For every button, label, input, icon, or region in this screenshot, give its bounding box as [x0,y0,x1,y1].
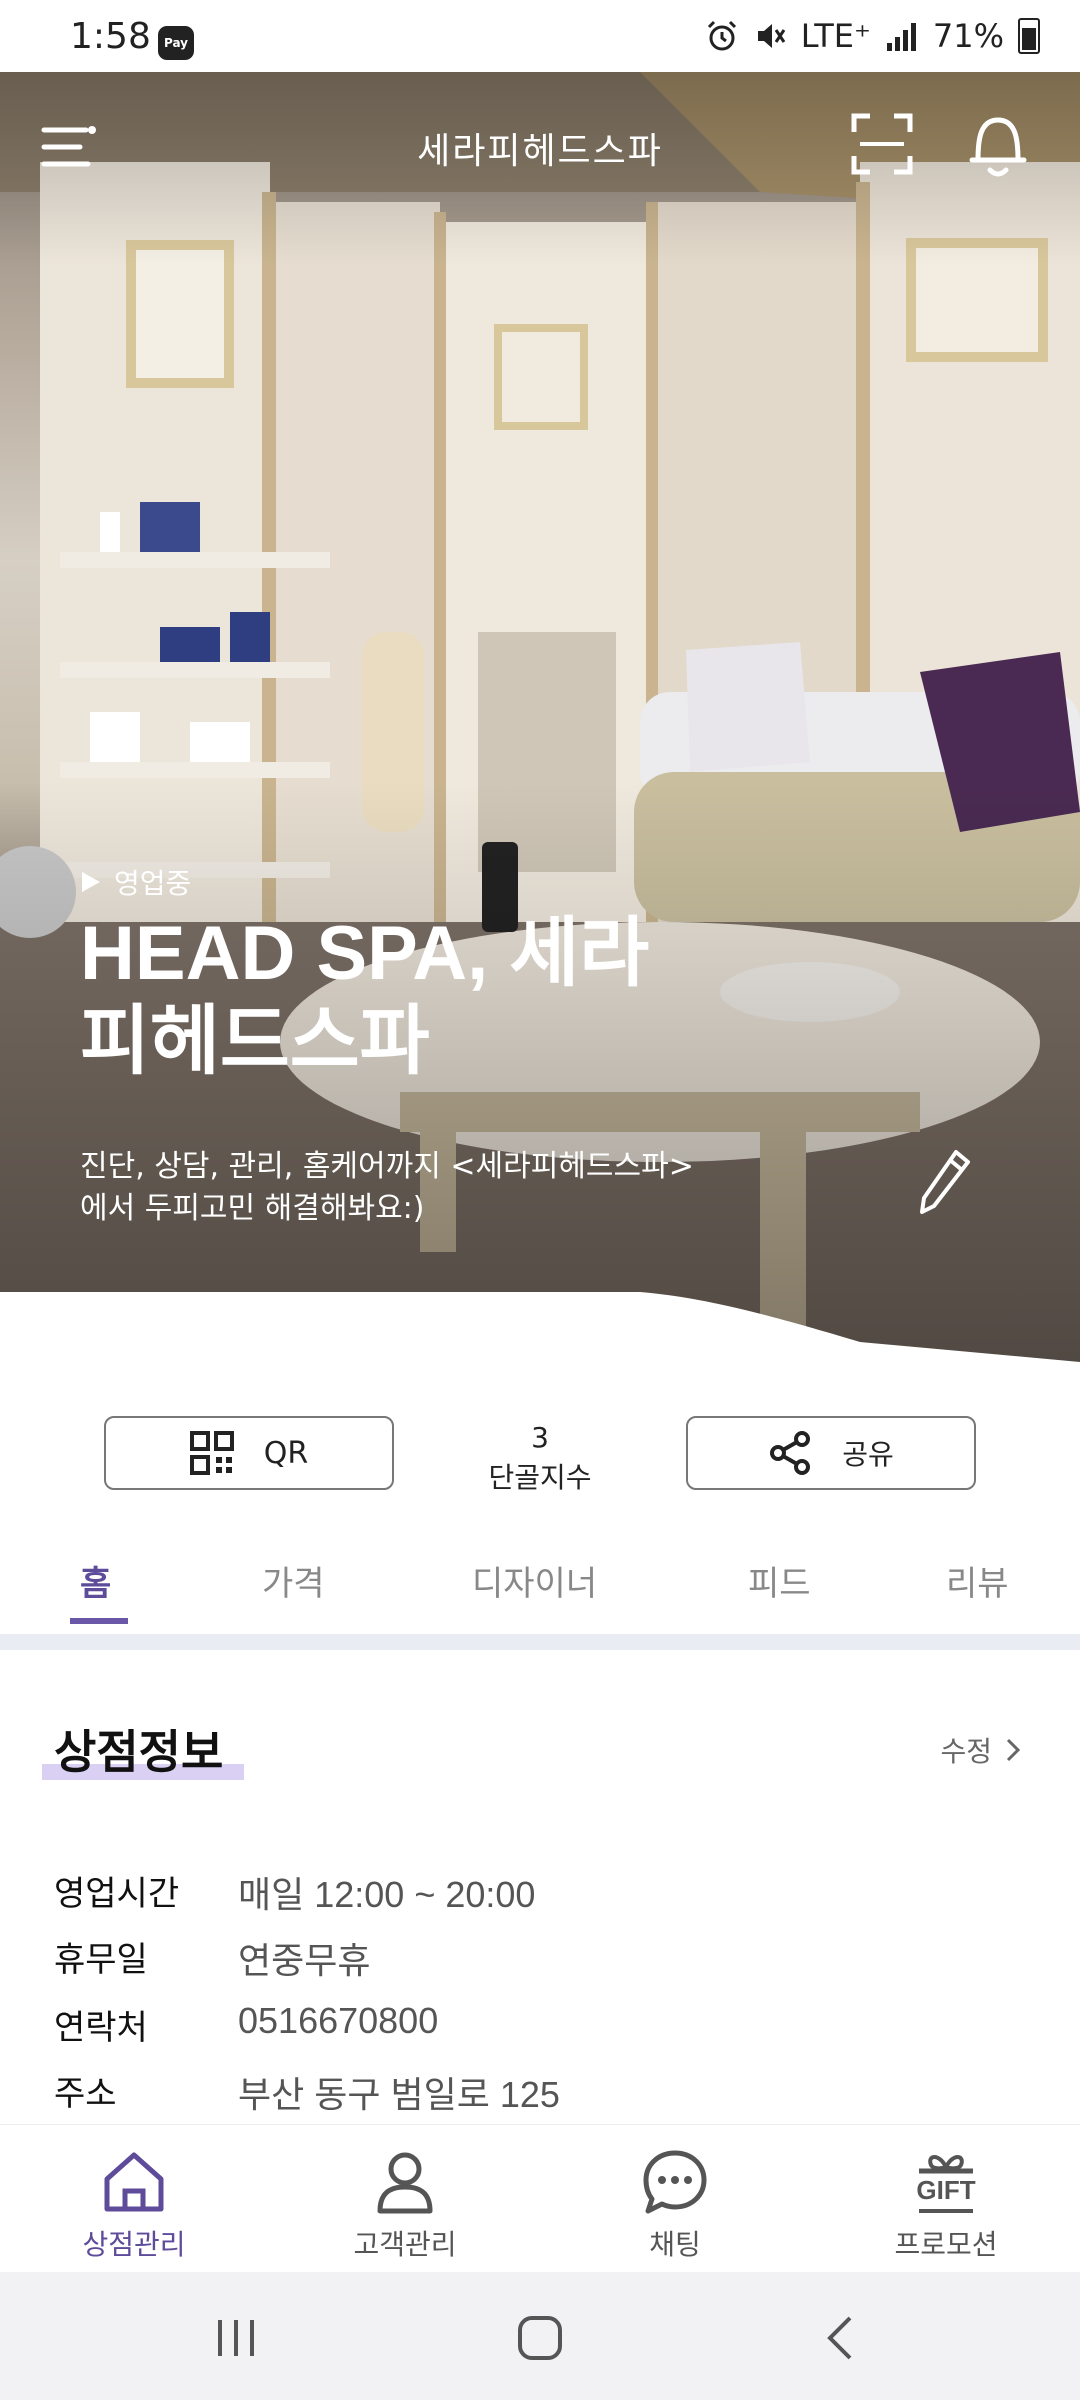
info-value[interactable]: 부산 동구 범일로 125 [238,2066,560,2118]
scan-icon[interactable] [850,112,914,176]
share-button[interactable]: 공유 [686,1416,976,1490]
home-icon [104,2152,164,2212]
info-row-hours: 영업시간 매일 12:00 ~ 20:00 [54,1866,1034,1916]
page-title: 세라피헤드스파 [417,131,663,172]
nav-customer-management[interactable]: 고객관리 [305,2147,505,2263]
pencil-icon[interactable] [916,1146,974,1218]
chevron-right-icon [1006,1738,1020,1762]
info-label: 주소 [54,2074,117,2114]
info-label: 연락처 [54,2008,148,2048]
regulars-label: 단골지수 [488,1461,592,1494]
chat-icon [643,2150,707,2214]
status-icons: LTE⁺ 71% [705,16,1040,56]
nav-chat[interactable]: 채팅 [575,2147,775,2263]
tab-home[interactable]: 홈 [80,1556,111,1605]
gift-text: GIFT [916,2175,976,2205]
nav-label: 프로모션 [894,2228,998,2261]
info-row-holiday: 휴무일 연중무휴 [54,1932,1034,1982]
share-label: 공유 [842,1438,894,1471]
open-status: 영업중 [82,862,191,902]
qr-button[interactable]: QR [104,1416,394,1490]
tab-designer[interactable]: 디자이너 [472,1556,597,1605]
regulars-count: 3 [531,1421,549,1454]
back-icon[interactable] [812,2310,872,2366]
nav-label: 채팅 [649,2228,701,2261]
top-app-bar: 세라피헤드스파 [0,72,1080,222]
network-type: LTE⁺ [800,17,871,55]
tab-review[interactable]: 리뷰 [946,1556,1009,1605]
shop-name: HEAD SPA, 세라피헤드스파 [80,911,650,1084]
battery-icon [1018,18,1040,54]
store-info-edit-link[interactable]: 수정 [940,1730,1020,1770]
gift-icon: GIFT [911,2147,981,2217]
info-label: 휴무일 [54,1940,148,1980]
info-value[interactable]: 0516670800 [238,2000,438,2042]
recent-apps-icon[interactable] [206,2310,266,2366]
mute-icon [757,24,786,48]
bottom-navigation: 상점관리 고객관리 채팅 GIFT 프로모션 [0,2124,1080,2273]
play-icon [82,872,100,892]
nav-store-management[interactable]: 상점관리 [34,2147,234,2263]
store-info-title: 상점정보 [54,1725,224,1779]
tab-bar: 홈 가격 디자이너 피드 리뷰 [0,1540,1080,1636]
person-icon [377,2152,433,2214]
status-bar: 1:58 Pay LTE⁺ 71% [0,0,1080,72]
edit-label: 수정 [940,1735,992,1768]
nav-promotion[interactable]: GIFT 프로모션 [846,2147,1046,2263]
qr-code-icon [189,1431,234,1475]
info-value: 연중무휴 [238,1940,371,1981]
alarm-icon [707,20,736,51]
home-button-icon[interactable] [510,2310,570,2366]
section-divider [0,1634,1080,1650]
tab-feed[interactable]: 피드 [748,1556,811,1605]
info-label: 영업시간 [54,1874,180,1914]
battery-percent: 71% [932,17,1004,55]
qr-label: QR [263,1435,309,1471]
nav-label: 고객관리 [353,2228,457,2261]
info-value: 매일 12:00 ~ 20:00 [238,1874,536,1915]
active-tab-indicator [70,1618,128,1624]
status-time: 1:58 [70,16,151,57]
signal-icon [886,23,916,51]
nav-label: 상점관리 [82,2228,186,2261]
pay-icon: Pay [158,26,194,60]
tab-price[interactable]: 가격 [262,1556,325,1605]
regulars-index: 3 단골지수 [430,1418,650,1498]
bell-icon[interactable] [966,110,1030,180]
info-row-contact: 연락처 0516670800 [54,2000,1034,2050]
system-navigation-bar [0,2272,1080,2400]
share-icon [770,1431,811,1475]
info-row-address: 주소 부산 동구 범일로 125 [54,2066,1034,2116]
open-status-label: 영업중 [114,867,192,900]
shop-description: 진단, 상담, 관리, 홈케어까지 <세라피헤드스파> 에서 두피고민 해결해봐… [80,1149,694,1226]
